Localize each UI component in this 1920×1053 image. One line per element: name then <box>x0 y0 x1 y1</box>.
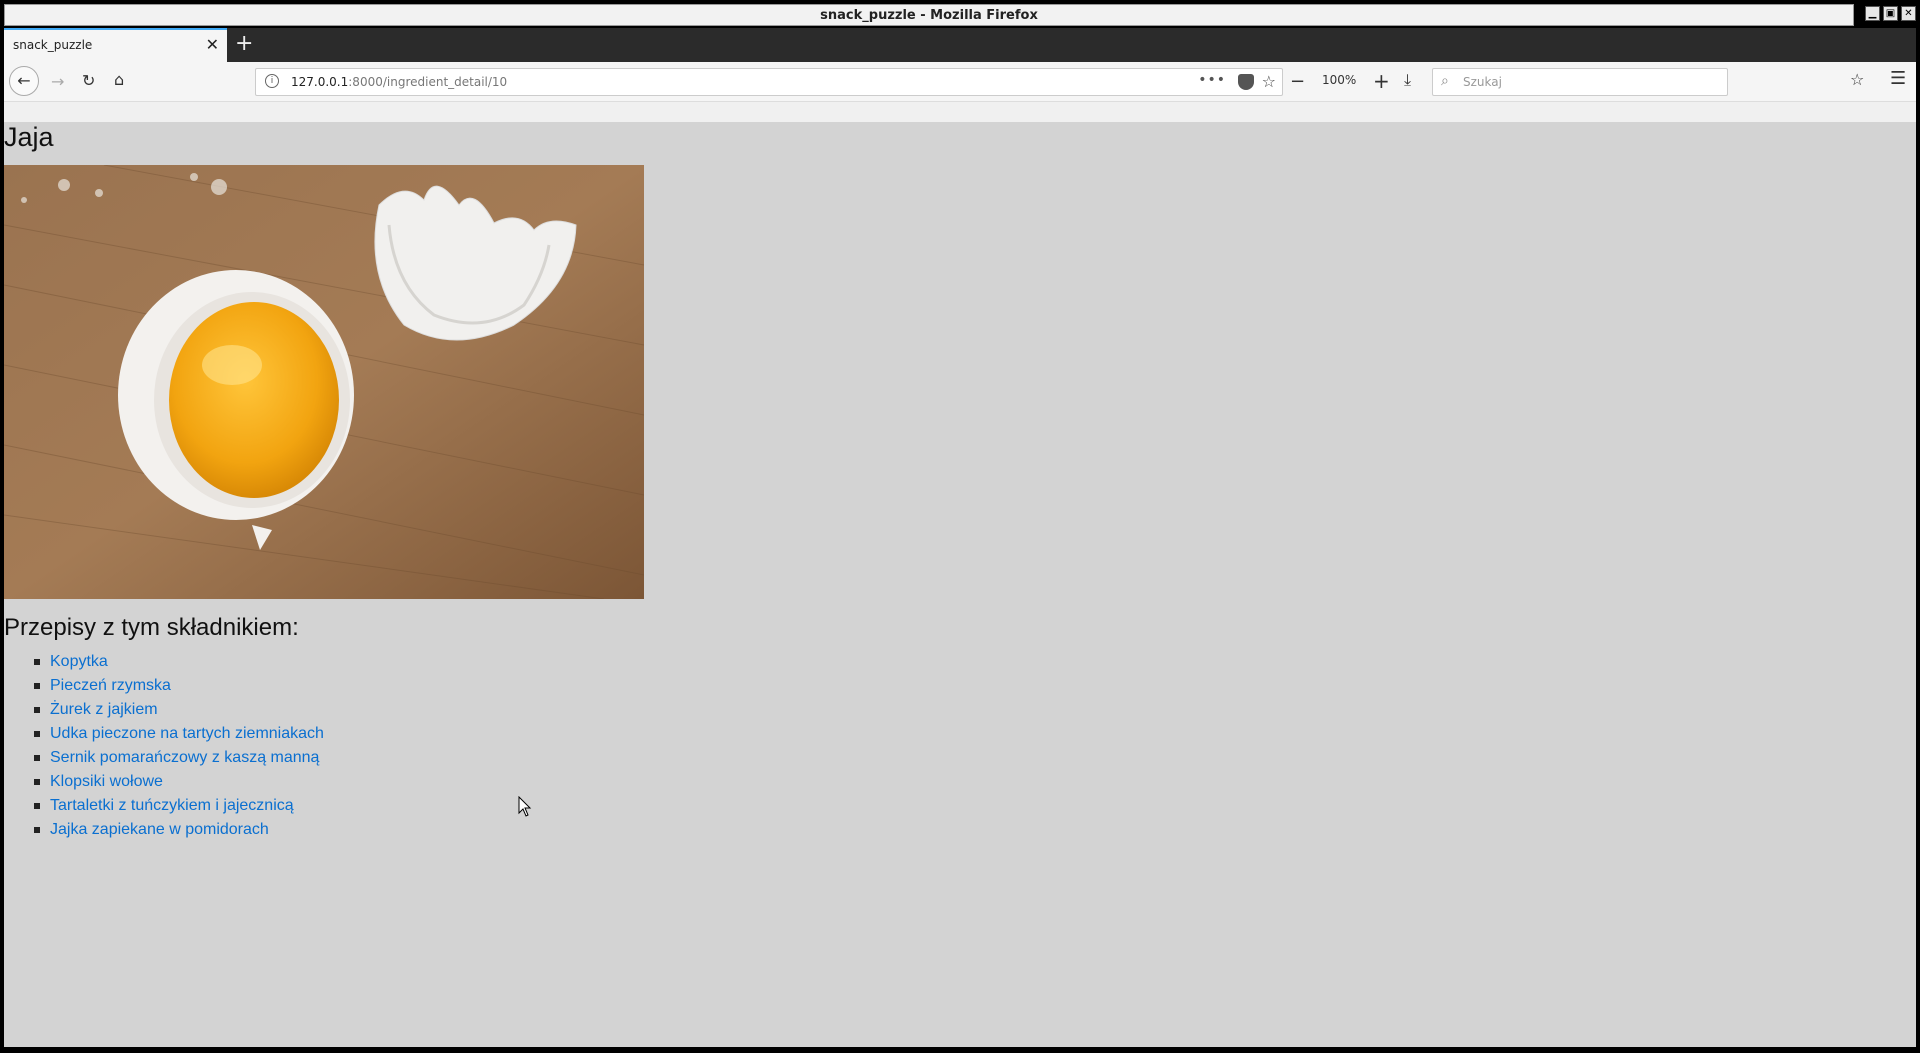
ingredient-image <box>4 165 644 599</box>
library-icon[interactable]: ☆ <box>1850 70 1864 89</box>
tab-strip: snack_puzzle ✕ + <box>4 28 1916 62</box>
hamburger-menu-icon[interactable]: ☰ <box>1890 68 1906 89</box>
bookmark-star-icon[interactable]: ☆ <box>1262 72 1276 91</box>
window-title: snack_puzzle - Mozilla Firefox <box>820 7 1038 23</box>
close-tab-icon[interactable]: ✕ <box>206 36 219 54</box>
recipe-link[interactable]: Kopytka <box>50 653 108 671</box>
bullet <box>34 707 40 713</box>
reload-button[interactable]: ↻ <box>82 71 95 91</box>
tab-title: snack_puzzle <box>13 38 93 52</box>
minimize-button[interactable]: ▁ <box>1865 6 1880 21</box>
page-content: Jaja Przepisy z tym składnikiem: Kopytka… <box>4 122 1916 1047</box>
pocket-icon[interactable] <box>1238 74 1254 90</box>
recipe-link[interactable]: Pieczeń rzymska <box>50 677 171 695</box>
bullet <box>34 683 40 689</box>
back-button[interactable]: ← <box>9 66 39 96</box>
url-text: 127.0.0.1:8000/ingredient_detail/10 <box>291 75 507 89</box>
recipe-link[interactable]: Udka pieczone na tartych ziemniakach <box>50 725 324 743</box>
downloads-icon[interactable]: ⤓ <box>1404 70 1411 90</box>
search-placeholder: Szukaj <box>1463 75 1502 89</box>
window-border <box>0 1047 1920 1053</box>
mouse-cursor-icon <box>518 796 532 817</box>
url-path: :8000/ingredient_detail/10 <box>348 75 508 89</box>
window-titlebar: snack_puzzle - Mozilla Firefox <box>4 4 1854 26</box>
zoom-in-button[interactable]: + <box>1373 69 1390 93</box>
bullet <box>34 779 40 785</box>
search-input[interactable]: ⌕ Szukaj <box>1432 68 1728 96</box>
toolbar-spacer <box>4 102 1916 122</box>
zoom-out-button[interactable]: − <box>1290 71 1305 92</box>
list-item: Klopsiki wołowe <box>28 770 324 794</box>
recipe-list: Kopytka Pieczeń rzymska Żurek z jajkiem … <box>28 650 324 842</box>
ingredient-title: Jaja <box>4 122 54 152</box>
forward-button[interactable]: → <box>51 72 64 92</box>
bullet <box>34 755 40 761</box>
list-item: Udka pieczone na tartych ziemniakach <box>28 722 324 746</box>
list-item: Pieczeń rzymska <box>28 674 324 698</box>
recipe-link[interactable]: Klopsiki wołowe <box>50 773 163 791</box>
close-window-button[interactable]: ✕ <box>1901 6 1916 21</box>
list-item: Sernik pomarańczowy z kaszą manną <box>28 746 324 770</box>
bullet <box>34 659 40 665</box>
navigation-toolbar: ← → ↻ ⌂ i 127.0.0.1:8000/ingredient_deta… <box>4 62 1916 102</box>
recipe-link[interactable]: Tartaletki z tuńczykiem i jajecznicą <box>50 797 294 815</box>
page-actions-icon[interactable]: ••• <box>1198 72 1226 88</box>
recipe-link[interactable]: Żurek z jajkiem <box>50 701 158 719</box>
maximize-button[interactable]: ▣ <box>1883 6 1898 21</box>
url-bar[interactable]: i 127.0.0.1:8000/ingredient_detail/10 ••… <box>255 68 1283 96</box>
window-controls: ▁ ▣ ✕ <box>1865 6 1916 21</box>
list-item: Jajka zapiekane w pomidorach <box>28 818 324 842</box>
browser-window: snack_puzzle - Mozilla Firefox ▁ ▣ ✕ sna… <box>0 0 1920 1053</box>
list-item: Kopytka <box>28 650 324 674</box>
bullet <box>34 731 40 737</box>
new-tab-icon[interactable]: + <box>235 32 253 56</box>
list-item: Tartaletki z tuńczykiem i jajecznicą <box>28 794 324 818</box>
recipe-link[interactable]: Jajka zapiekane w pomidorach <box>50 821 269 839</box>
url-host: 127.0.0.1 <box>291 75 349 89</box>
bullet <box>34 827 40 833</box>
home-button[interactable]: ⌂ <box>114 70 124 90</box>
bullet <box>34 803 40 809</box>
search-icon: ⌕ <box>1441 73 1449 89</box>
recipes-heading: Przepisy z tym składnikiem: <box>4 614 299 641</box>
list-item: Żurek z jajkiem <box>28 698 324 722</box>
zoom-level[interactable]: 100% <box>1322 73 1356 87</box>
site-info-icon[interactable]: i <box>265 74 279 88</box>
tab-snack-puzzle[interactable]: snack_puzzle ✕ <box>4 28 227 62</box>
recipe-link[interactable]: Sernik pomarańczowy z kaszą manną <box>50 749 319 767</box>
